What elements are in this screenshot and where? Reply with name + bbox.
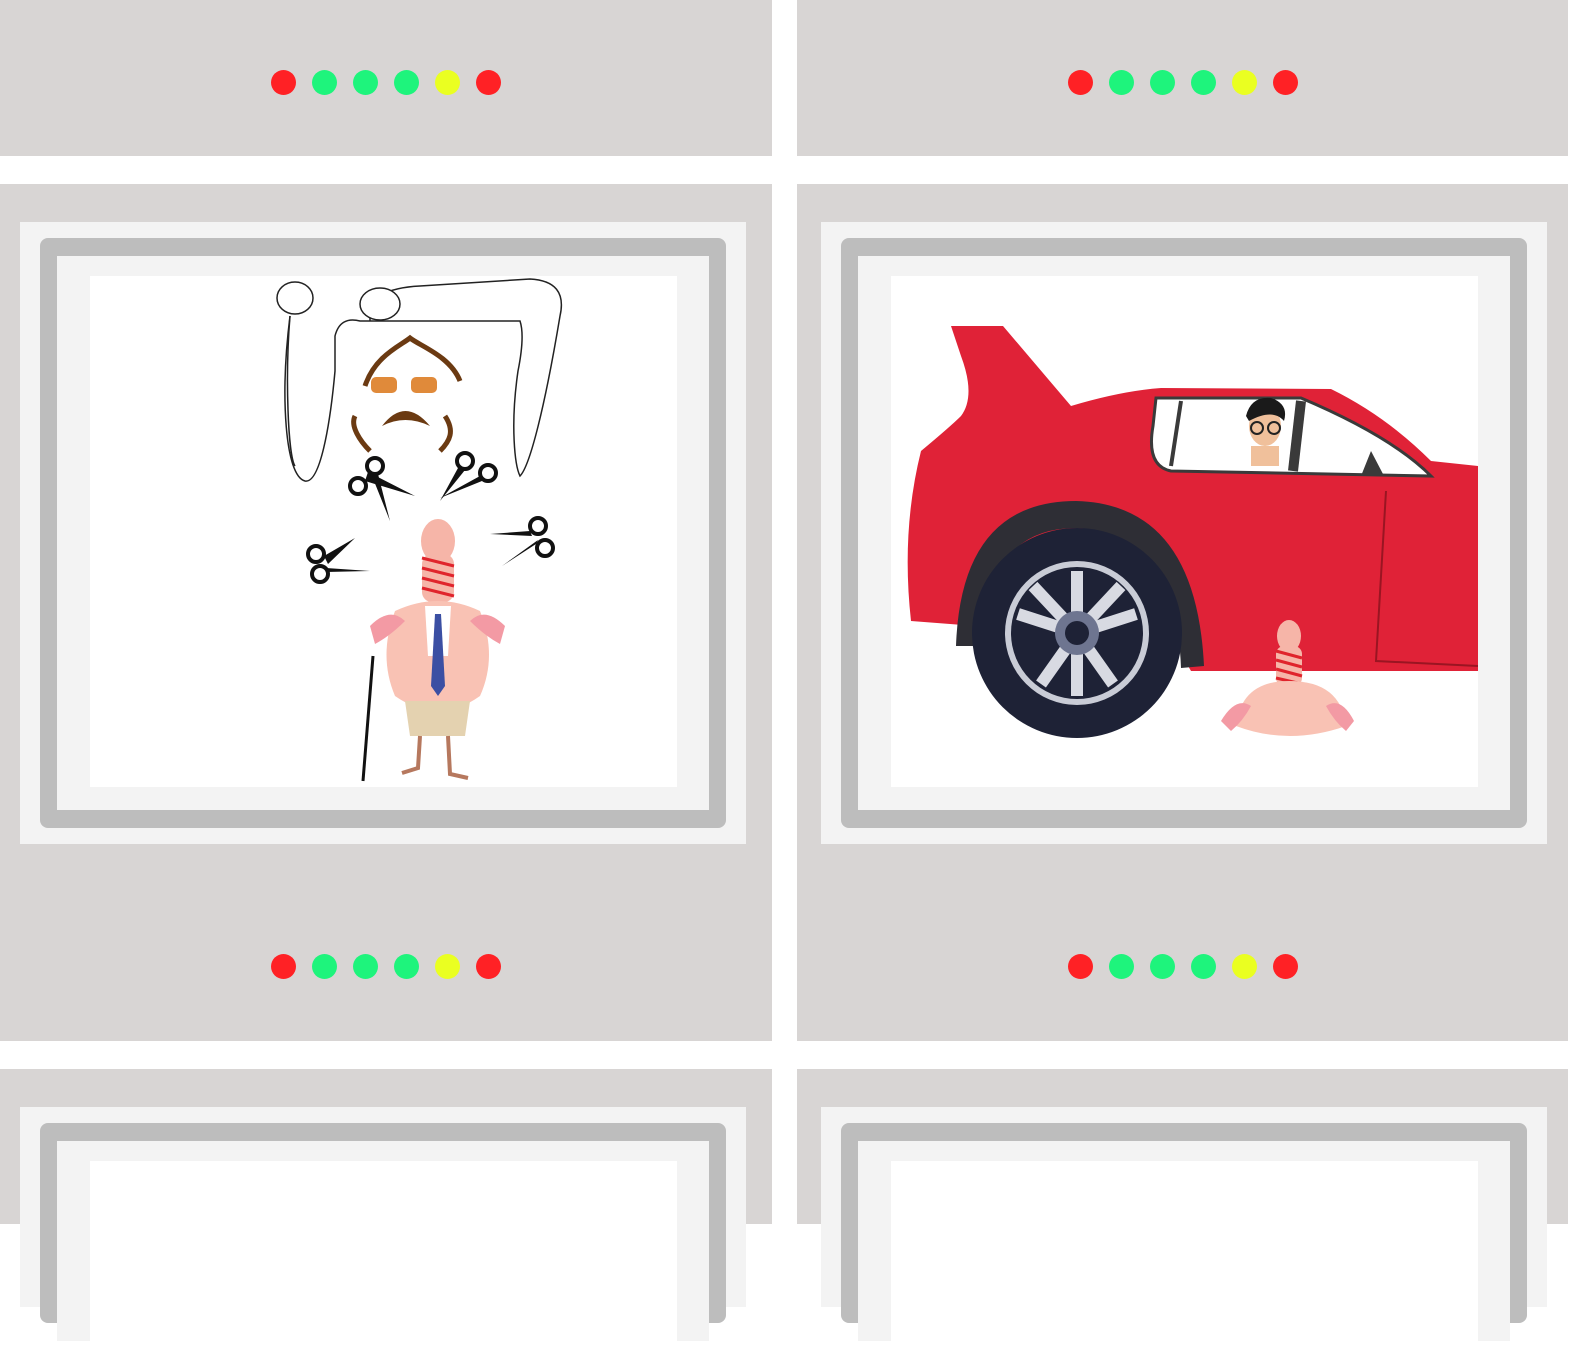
screen-frame <box>841 1123 1527 1361</box>
illustration-blank <box>90 1161 677 1361</box>
illustration-blank <box>891 1161 1478 1361</box>
wheel <box>972 528 1182 738</box>
illustration-man-scissors <box>90 276 677 787</box>
indicator-light-1 <box>271 70 296 95</box>
indicator-light-2 <box>312 70 337 95</box>
indicator-light-1 <box>1067 954 1093 979</box>
sunglasses-left <box>371 377 397 393</box>
screen-inner <box>858 256 1510 810</box>
screen-frame <box>841 238 1527 828</box>
screen-bezel <box>20 1107 746 1361</box>
panel-top-left <box>0 0 772 156</box>
sunglasses-right <box>411 377 437 393</box>
indicator-light-5 <box>1231 954 1257 979</box>
panel-middle-right <box>797 184 1568 1041</box>
indicator-light-1 <box>271 954 296 979</box>
indicator-light-6 <box>1272 70 1298 95</box>
screen-inner <box>57 1141 709 1361</box>
indicator-light-5 <box>435 954 460 979</box>
indicator-light-3 <box>353 954 378 979</box>
indicator-light-5 <box>435 70 460 95</box>
panel-middle-left <box>0 184 772 1041</box>
indicator-light-3 <box>1149 954 1175 979</box>
panel-top-right <box>797 0 1568 156</box>
indicator-light-4 <box>394 954 419 979</box>
panel-bottom-right <box>797 1069 1568 1361</box>
indicator-lights <box>797 70 1568 95</box>
indicator-light-4 <box>1190 70 1216 95</box>
scissors-icon <box>306 538 370 584</box>
indicator-light-2 <box>312 954 337 979</box>
indicator-light-6 <box>476 70 501 95</box>
screen-bezel <box>821 1107 1547 1361</box>
bound-figure <box>361 519 505 782</box>
indicator-lights <box>0 954 772 979</box>
screen-bezel <box>20 222 746 844</box>
indicator-light-4 <box>1190 954 1216 979</box>
illustration-red-car <box>891 276 1478 787</box>
scissors-icon <box>440 451 498 501</box>
screen-bezel <box>821 222 1547 844</box>
mustache <box>382 411 430 426</box>
indicator-light-1 <box>1067 70 1093 95</box>
screen-inner <box>858 1141 1510 1361</box>
indicator-light-3 <box>1149 70 1175 95</box>
fist-right <box>359 287 401 321</box>
indicator-light-4 <box>394 70 419 95</box>
indicator-light-6 <box>476 954 501 979</box>
panel-bottom-left <box>0 1069 772 1361</box>
indicator-lights <box>0 70 772 95</box>
scissors-icon <box>490 516 555 566</box>
indicator-light-5 <box>1231 70 1257 95</box>
fist-left <box>276 281 314 315</box>
indicator-light-2 <box>1108 70 1134 95</box>
indicator-light-2 <box>1108 954 1134 979</box>
indicator-lights <box>797 954 1568 979</box>
screen-frame <box>40 1123 726 1361</box>
scissors-icon <box>348 456 415 521</box>
indicator-light-3 <box>353 70 378 95</box>
screen-frame <box>40 238 726 828</box>
indicator-light-6 <box>1272 954 1298 979</box>
screen-inner <box>57 256 709 810</box>
